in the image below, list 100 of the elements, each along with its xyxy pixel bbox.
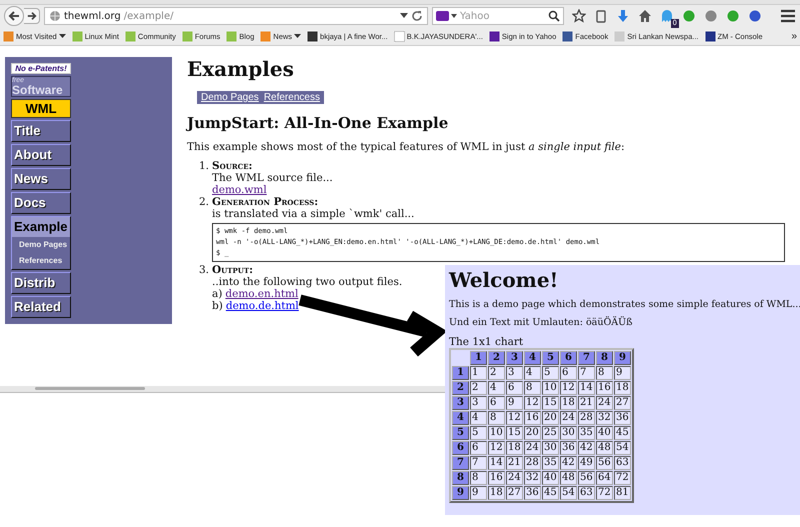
menu-icon[interactable] xyxy=(780,9,796,23)
reload-icon[interactable] xyxy=(411,10,423,22)
table-cell: 18 xyxy=(506,441,523,455)
addon-icon[interactable] xyxy=(704,9,718,23)
table-cell: 16 xyxy=(488,471,505,485)
table-cell: 21 xyxy=(578,396,595,410)
table-cell: 45 xyxy=(614,426,631,440)
row-header: 9 xyxy=(452,486,469,500)
table-cell: 40 xyxy=(596,426,613,440)
row-header: 5 xyxy=(452,426,469,440)
ghost-icon[interactable] xyxy=(660,9,674,23)
favicon-icon xyxy=(394,30,405,42)
download-icon[interactable] xyxy=(616,9,630,23)
address-bar[interactable]: thewml.org /example/ xyxy=(44,7,428,25)
back-arrow-icon xyxy=(8,10,20,22)
column-header: 2 xyxy=(488,351,505,365)
table-cell: 12 xyxy=(560,381,577,395)
table-cell: 54 xyxy=(560,486,577,500)
table-cell: 10 xyxy=(488,426,505,440)
sidebar-item[interactable]: Docs xyxy=(12,193,70,213)
table-cell: 7 xyxy=(470,456,487,470)
scrollbar-thumb[interactable] xyxy=(35,387,145,390)
table-cell: 48 xyxy=(596,441,613,455)
addon-icon[interactable] xyxy=(726,9,740,23)
table-cell: 15 xyxy=(542,396,559,410)
table-cell: 36 xyxy=(614,411,631,425)
row-header: 1 xyxy=(452,366,469,380)
table-cell: 56 xyxy=(596,456,613,470)
clipboard-icon[interactable] xyxy=(594,9,608,23)
table-cell: 35 xyxy=(578,426,595,440)
table-cell: 56 xyxy=(578,471,595,485)
table-cell: 36 xyxy=(560,441,577,455)
table-cell: 6 xyxy=(470,441,487,455)
table-cell: 27 xyxy=(506,486,523,500)
sidebar-subitem[interactable]: Demo Pages xyxy=(12,237,70,253)
sidebar-item[interactable]: Example xyxy=(12,217,70,237)
table-cell: 30 xyxy=(542,441,559,455)
step-number: 2. xyxy=(199,196,210,210)
table-cell: 20 xyxy=(542,411,559,425)
back-button[interactable] xyxy=(4,6,24,26)
addon-icon[interactable] xyxy=(682,9,696,23)
favicon-icon xyxy=(260,30,272,42)
file-link[interactable]: demo.wml xyxy=(212,184,267,196)
banner-logo: No e-Patents! xyxy=(11,63,71,74)
table-cell: 63 xyxy=(578,486,595,500)
table-cell: 24 xyxy=(524,441,541,455)
dropdown-icon[interactable] xyxy=(400,13,408,19)
home-icon[interactable] xyxy=(638,9,652,23)
table-cell: 9 xyxy=(506,396,523,410)
table-cell: 36 xyxy=(524,486,541,500)
table-cell: 24 xyxy=(506,471,523,485)
table-cell: 72 xyxy=(614,471,631,485)
favicon-icon xyxy=(307,30,318,42)
table-cell: 48 xyxy=(560,471,577,485)
table-cell: 5 xyxy=(470,426,487,440)
brand-logo: WML xyxy=(11,99,71,118)
sidebar-item[interactable]: Distrib xyxy=(12,273,70,293)
sidebar-item[interactable]: About xyxy=(12,145,70,165)
table-cell: 25 xyxy=(542,426,559,440)
table-cell: 72 xyxy=(596,486,613,500)
search-icon[interactable] xyxy=(548,10,560,22)
column-header: 7 xyxy=(578,351,595,365)
sidebar-item[interactable]: Title xyxy=(12,121,70,141)
output-paragraph: Und ein Text mit Umlauten: öäüÖÄÜß xyxy=(449,317,634,328)
table-cell: 42 xyxy=(560,456,577,470)
table-cell: 42 xyxy=(578,441,595,455)
favicon-icon xyxy=(226,30,238,42)
bookmarks-overflow[interactable]: » xyxy=(791,30,797,42)
sidebar-item[interactable]: Related xyxy=(12,297,70,317)
row-header: 8 xyxy=(452,471,469,485)
table-cell: 49 xyxy=(578,456,595,470)
subnav-link[interactable]: Referencess xyxy=(264,92,320,103)
forward-button[interactable] xyxy=(24,8,40,24)
favicon-icon xyxy=(488,30,500,42)
file-link[interactable]: demo.en.html xyxy=(225,288,298,300)
table-cell: 12 xyxy=(524,396,541,410)
file-link[interactable]: demo.de.html xyxy=(226,300,299,312)
table-cell: 8 xyxy=(488,411,505,425)
addon-icon[interactable] xyxy=(748,9,762,23)
url-host: thewml.org xyxy=(64,10,121,22)
table-cell: 40 xyxy=(542,471,559,485)
table-cell: 3 xyxy=(506,366,523,380)
row-header: 3 xyxy=(452,396,469,410)
table-cell: 1 xyxy=(470,366,487,380)
step-title: Output: xyxy=(212,264,254,276)
link-prefix: b) xyxy=(212,300,223,312)
table-cell: 10 xyxy=(542,381,559,395)
table-cell: 12 xyxy=(506,411,523,425)
table-cell: 16 xyxy=(524,411,541,425)
table-cell: 4 xyxy=(524,366,541,380)
favicon-icon xyxy=(3,30,14,42)
subnav-link[interactable]: Demo Pages xyxy=(201,92,259,103)
table-cell: 21 xyxy=(506,456,523,470)
sidebar-item[interactable]: News xyxy=(12,169,70,189)
table-cell: 28 xyxy=(524,456,541,470)
star-icon[interactable] xyxy=(572,9,586,23)
table-cell: 14 xyxy=(488,456,505,470)
table-cell: 5 xyxy=(542,366,559,380)
sidebar-subitem[interactable]: References xyxy=(12,253,70,269)
table-cell: 14 xyxy=(578,381,595,395)
